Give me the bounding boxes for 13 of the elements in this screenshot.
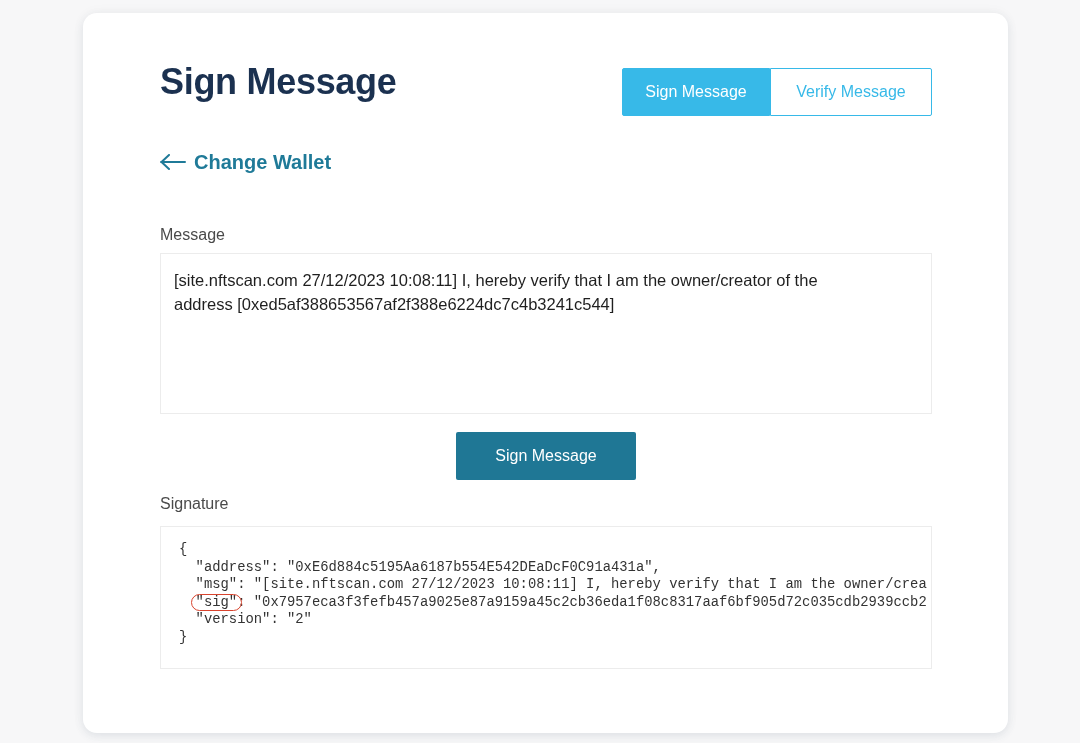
json-brace: { [179,541,188,559]
change-wallet-link[interactable]: Change Wallet [160,150,332,174]
arrow-left-icon [160,154,186,170]
json-line: "address": "0xE6d884c5195Aa6187b554E542DEaDcF0C91a431a", [195,558,661,576]
message-field[interactable]: [site.nftscan.com 27/12/2023 10:08:11] I, hereby verify that I am the owner/creator of the address [0xed5af388653567af2f388e6224dc7c4b3241c544] [160,253,932,414]
json-line: "version": "2" [195,611,312,629]
json-line: "msg": "[site.nftscan.com 27/12/2023 10:08:11] I, hereby verify that I am the owner/crea [195,576,927,594]
sign-message-button[interactable]: Sign Message [456,432,636,480]
json-brace: } [179,628,188,646]
page-title: Sign Message [160,62,397,102]
signature-label: Signature [160,494,230,514]
message-label: Message [160,225,226,245]
json-line: "sig": "0x7957eca3f3fefb457a9025e87a9159a45c2cb36eda1f08c8317aaf6bf905d72c035cdb2939ccb2 [195,593,927,611]
